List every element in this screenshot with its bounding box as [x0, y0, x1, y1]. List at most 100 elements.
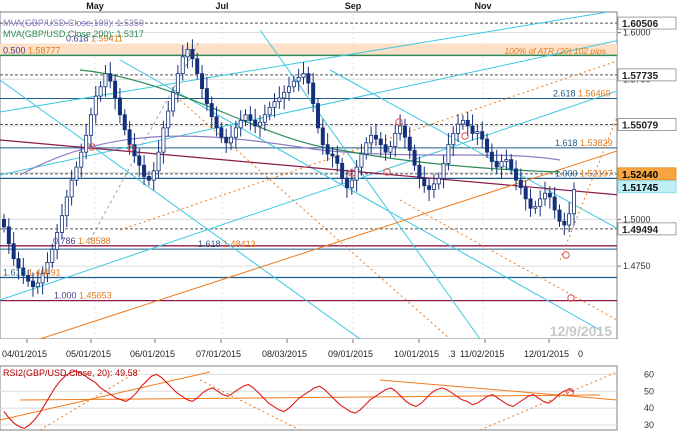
level-label: 1.618 1.53829: [555, 138, 613, 148]
candle-body: [547, 192, 552, 198]
candle-body: [393, 133, 398, 147]
candle-body: [50, 248, 55, 263]
candle-body: [151, 170, 156, 181]
candle-body: [344, 177, 349, 189]
candle-body: [451, 133, 456, 146]
candle-body: [98, 86, 103, 97]
candle-body: [291, 80, 296, 88]
candle-body: [504, 159, 509, 162]
candle-body: [465, 119, 470, 127]
candle-body: [383, 144, 388, 153]
level-ratio: 1.000: [555, 168, 578, 178]
x-tick-label: 10/01/2015: [394, 349, 439, 359]
level-label: 1.000 1.52197: [555, 168, 613, 178]
candle-body: [509, 159, 514, 170]
candle-body: [373, 134, 378, 140]
x-tick-fragment: .3: [448, 349, 456, 359]
atr-annotation: 100% of ATR (20) 102 pips: [504, 46, 606, 56]
price-badge: 1.55079: [622, 121, 659, 132]
candle-body: [175, 73, 180, 93]
price-badge: 1.49494: [622, 225, 659, 236]
candle-body: [349, 179, 354, 189]
candle-body: [137, 155, 142, 166]
level-label: 1.000 1.45653: [54, 291, 112, 301]
candle-body: [200, 73, 205, 90]
candle-body: [6, 226, 11, 245]
candle-body: [253, 119, 258, 127]
legend-mva100: MVA(GBP/USD.Close,100): 1.5350: [3, 18, 144, 28]
chart-svg: May Jul Sep Nov 0.618 1.594110.500 1.587772…: [0, 1, 677, 431]
candle-body: [480, 131, 485, 140]
candle-body: [156, 151, 161, 172]
candle-body: [142, 164, 147, 177]
candle-body: [108, 73, 113, 82]
candle-body: [572, 189, 577, 215]
candle-body: [122, 114, 127, 131]
x-tick-label: 11/02/2015: [460, 349, 504, 359]
candle-body: [88, 114, 93, 136]
candle-body: [552, 196, 557, 211]
candle-body: [258, 121, 263, 127]
candle-body: [161, 127, 166, 153]
candle-body: [282, 91, 287, 99]
candle-body: [475, 131, 480, 134]
level-value: 1.45653: [79, 291, 112, 301]
rsi-tick-label: 50: [644, 386, 654, 396]
rsi-label: RSI2(GBP/USD.Close, 20): 49.58: [3, 368, 138, 378]
candle-body: [233, 127, 238, 138]
candle-body: [224, 136, 229, 144]
candle-body: [514, 168, 519, 181]
x-tick-fragment: 0: [578, 349, 583, 359]
candle-body: [248, 114, 253, 121]
level-value: 1.52197: [580, 168, 613, 178]
candle-body: [113, 80, 118, 99]
month-label: Sep: [345, 1, 362, 11]
candle-body: [311, 82, 316, 104]
candle-body: [470, 125, 475, 134]
candle-body: [494, 161, 499, 168]
candle-body: [320, 127, 325, 146]
level-ratio: 0.500: [3, 45, 26, 55]
x-tick-label: 07/01/2015: [196, 349, 241, 359]
level-value: 1.56469: [578, 89, 611, 99]
candle-body: [146, 176, 151, 181]
candle-body: [446, 144, 451, 164]
candle-body: [499, 161, 504, 168]
candle-body: [2, 219, 7, 228]
level-value: 1.48588: [78, 236, 111, 246]
candle-body: [562, 220, 567, 226]
candle-body: [422, 177, 427, 187]
x-tick-label: 09/01/2015: [328, 349, 373, 359]
level-label: 1.618 1.48413: [198, 239, 256, 249]
level-value: 1.46891: [28, 268, 61, 278]
y-tick-label: 1.4750: [623, 261, 651, 271]
candle-body: [369, 134, 374, 144]
month-label: Jul: [215, 1, 228, 11]
level-label: 0.500 1.58777: [3, 45, 61, 55]
candle-body: [229, 136, 234, 144]
candle-body: [262, 114, 267, 123]
candle-body: [93, 95, 98, 116]
candle-body: [436, 177, 441, 185]
x-tick-label: 06/01/2015: [130, 349, 175, 359]
candle-body: [277, 97, 282, 103]
candle-body: [489, 151, 494, 162]
candle-body: [412, 149, 417, 166]
candle-body: [127, 129, 132, 146]
candle-body: [272, 101, 277, 108]
rsi-tick-label: 60: [644, 369, 654, 379]
candle-body: [523, 187, 528, 200]
level-value: 1.53829: [580, 138, 613, 148]
x-tick-label: 12/01/2015: [524, 349, 569, 359]
candle-body: [35, 282, 40, 288]
candle-body: [190, 48, 195, 60]
candle-body: [117, 97, 122, 116]
candle-body: [69, 179, 74, 198]
level-label: 1.618 1.46891: [3, 268, 61, 278]
candle-body: [485, 138, 490, 153]
candle-body: [407, 136, 412, 151]
candle-body: [214, 116, 219, 129]
candle-body: [388, 146, 393, 153]
candle-body: [64, 196, 69, 217]
candle-body: [325, 144, 330, 155]
